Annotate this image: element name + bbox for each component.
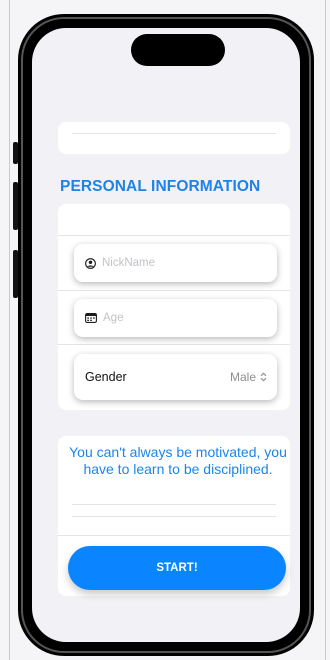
- nickname-field[interactable]: [74, 244, 277, 282]
- nickname-input[interactable]: [102, 257, 252, 269]
- phone-device: PERSONAL INFORMATION NickName Age Gender…: [18, 14, 314, 656]
- gender-picker[interactable]: Gender Male: [74, 354, 277, 400]
- card-divider: [58, 535, 290, 536]
- top-card-divider: [72, 133, 276, 134]
- card-divider: [58, 344, 290, 345]
- card-divider: [58, 290, 290, 291]
- card-divider: [72, 504, 276, 505]
- person-circle-icon: [85, 257, 96, 269]
- age-input[interactable]: [103, 312, 253, 324]
- age-field[interactable]: [74, 299, 277, 337]
- card-divider: [58, 235, 290, 236]
- motivation-quote: You can't always be motivated, you have …: [69, 444, 287, 477]
- calendar-icon: [85, 313, 97, 323]
- chevron-up-down-icon: [260, 372, 267, 382]
- start-button[interactable]: START!: [68, 546, 286, 590]
- section-title: PERSONAL INFORMATION: [60, 178, 261, 195]
- gender-selected-value[interactable]: Male: [230, 370, 267, 384]
- gender-value-text: Male: [229, 370, 256, 384]
- gender-label: Gender: [85, 370, 127, 384]
- top-card: [58, 122, 290, 154]
- card-divider: [72, 516, 276, 517]
- app-screen: PERSONAL INFORMATION NickName Age Gender…: [32, 28, 300, 642]
- dynamic-island: [131, 34, 225, 66]
